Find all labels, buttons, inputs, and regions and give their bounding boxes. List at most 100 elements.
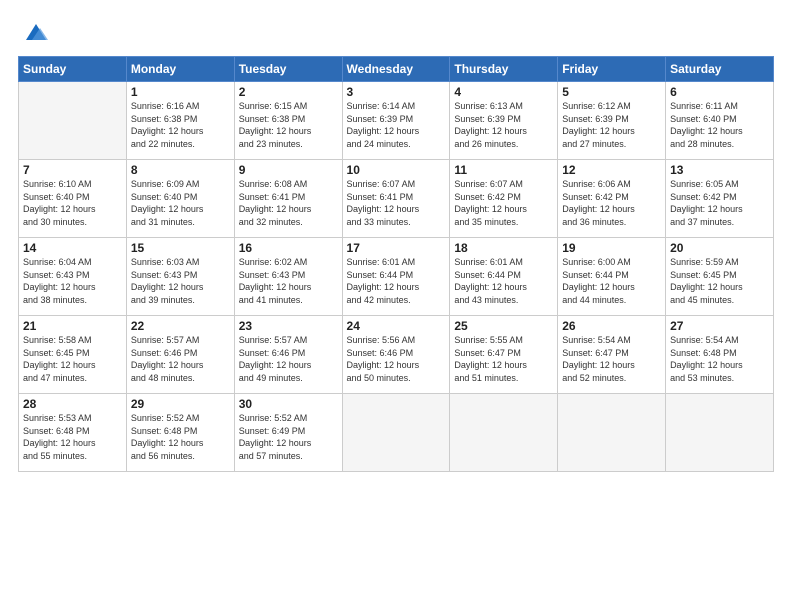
day-number: 27 [670,319,769,333]
calendar-day-cell: 1Sunrise: 6:16 AM Sunset: 6:38 PM Daylig… [126,82,234,160]
day-info: Sunrise: 5:52 AM Sunset: 6:49 PM Dayligh… [239,412,338,462]
calendar-day-cell: 27Sunrise: 5:54 AM Sunset: 6:48 PM Dayli… [666,316,774,394]
calendar-week-row: 1Sunrise: 6:16 AM Sunset: 6:38 PM Daylig… [19,82,774,160]
day-of-week-header: Monday [126,57,234,82]
calendar-day-cell [558,394,666,472]
day-number: 29 [131,397,230,411]
day-info: Sunrise: 6:12 AM Sunset: 6:39 PM Dayligh… [562,100,661,150]
calendar-day-cell: 4Sunrise: 6:13 AM Sunset: 6:39 PM Daylig… [450,82,558,160]
calendar-day-cell: 29Sunrise: 5:52 AM Sunset: 6:48 PM Dayli… [126,394,234,472]
calendar-day-cell: 19Sunrise: 6:00 AM Sunset: 6:44 PM Dayli… [558,238,666,316]
day-number: 14 [23,241,122,255]
calendar-day-cell: 10Sunrise: 6:07 AM Sunset: 6:41 PM Dayli… [342,160,450,238]
calendar-week-row: 14Sunrise: 6:04 AM Sunset: 6:43 PM Dayli… [19,238,774,316]
calendar-day-cell: 2Sunrise: 6:15 AM Sunset: 6:38 PM Daylig… [234,82,342,160]
day-info: Sunrise: 6:14 AM Sunset: 6:39 PM Dayligh… [347,100,446,150]
calendar-day-cell: 7Sunrise: 6:10 AM Sunset: 6:40 PM Daylig… [19,160,127,238]
day-number: 23 [239,319,338,333]
day-number: 24 [347,319,446,333]
day-info: Sunrise: 6:10 AM Sunset: 6:40 PM Dayligh… [23,178,122,228]
day-info: Sunrise: 6:05 AM Sunset: 6:42 PM Dayligh… [670,178,769,228]
day-info: Sunrise: 6:07 AM Sunset: 6:42 PM Dayligh… [454,178,553,228]
calendar-day-cell: 5Sunrise: 6:12 AM Sunset: 6:39 PM Daylig… [558,82,666,160]
day-info: Sunrise: 5:54 AM Sunset: 6:48 PM Dayligh… [670,334,769,384]
calendar-header-row: SundayMondayTuesdayWednesdayThursdayFrid… [19,57,774,82]
day-info: Sunrise: 6:02 AM Sunset: 6:43 PM Dayligh… [239,256,338,306]
day-info: Sunrise: 6:16 AM Sunset: 6:38 PM Dayligh… [131,100,230,150]
calendar-day-cell: 17Sunrise: 6:01 AM Sunset: 6:44 PM Dayli… [342,238,450,316]
day-info: Sunrise: 6:03 AM Sunset: 6:43 PM Dayligh… [131,256,230,306]
day-info: Sunrise: 5:58 AM Sunset: 6:45 PM Dayligh… [23,334,122,384]
calendar-day-cell [342,394,450,472]
day-of-week-header: Friday [558,57,666,82]
day-info: Sunrise: 5:56 AM Sunset: 6:46 PM Dayligh… [347,334,446,384]
calendar-day-cell: 8Sunrise: 6:09 AM Sunset: 6:40 PM Daylig… [126,160,234,238]
day-number: 6 [670,85,769,99]
day-info: Sunrise: 6:01 AM Sunset: 6:44 PM Dayligh… [454,256,553,306]
day-info: Sunrise: 6:11 AM Sunset: 6:40 PM Dayligh… [670,100,769,150]
day-number: 10 [347,163,446,177]
day-number: 15 [131,241,230,255]
day-number: 5 [562,85,661,99]
day-number: 7 [23,163,122,177]
day-number: 2 [239,85,338,99]
day-number: 22 [131,319,230,333]
day-info: Sunrise: 5:57 AM Sunset: 6:46 PM Dayligh… [239,334,338,384]
calendar-day-cell: 9Sunrise: 6:08 AM Sunset: 6:41 PM Daylig… [234,160,342,238]
calendar-day-cell: 18Sunrise: 6:01 AM Sunset: 6:44 PM Dayli… [450,238,558,316]
calendar-day-cell: 16Sunrise: 6:02 AM Sunset: 6:43 PM Dayli… [234,238,342,316]
calendar-day-cell: 22Sunrise: 5:57 AM Sunset: 6:46 PM Dayli… [126,316,234,394]
calendar-day-cell [666,394,774,472]
calendar-day-cell: 14Sunrise: 6:04 AM Sunset: 6:43 PM Dayli… [19,238,127,316]
day-number: 8 [131,163,230,177]
calendar-day-cell: 30Sunrise: 5:52 AM Sunset: 6:49 PM Dayli… [234,394,342,472]
page-header [18,18,774,46]
day-number: 11 [454,163,553,177]
calendar-day-cell: 26Sunrise: 5:54 AM Sunset: 6:47 PM Dayli… [558,316,666,394]
day-info: Sunrise: 6:09 AM Sunset: 6:40 PM Dayligh… [131,178,230,228]
day-number: 19 [562,241,661,255]
day-number: 30 [239,397,338,411]
day-number: 20 [670,241,769,255]
calendar-day-cell: 6Sunrise: 6:11 AM Sunset: 6:40 PM Daylig… [666,82,774,160]
calendar-day-cell: 28Sunrise: 5:53 AM Sunset: 6:48 PM Dayli… [19,394,127,472]
calendar-week-row: 28Sunrise: 5:53 AM Sunset: 6:48 PM Dayli… [19,394,774,472]
day-info: Sunrise: 6:01 AM Sunset: 6:44 PM Dayligh… [347,256,446,306]
day-number: 16 [239,241,338,255]
day-info: Sunrise: 5:57 AM Sunset: 6:46 PM Dayligh… [131,334,230,384]
calendar-day-cell [450,394,558,472]
calendar-day-cell: 25Sunrise: 5:55 AM Sunset: 6:47 PM Dayli… [450,316,558,394]
calendar-day-cell: 23Sunrise: 5:57 AM Sunset: 6:46 PM Dayli… [234,316,342,394]
calendar-day-cell: 24Sunrise: 5:56 AM Sunset: 6:46 PM Dayli… [342,316,450,394]
day-of-week-header: Sunday [19,57,127,82]
day-number: 4 [454,85,553,99]
day-number: 21 [23,319,122,333]
calendar-table: SundayMondayTuesdayWednesdayThursdayFrid… [18,56,774,472]
day-info: Sunrise: 6:15 AM Sunset: 6:38 PM Dayligh… [239,100,338,150]
day-number: 28 [23,397,122,411]
day-info: Sunrise: 6:07 AM Sunset: 6:41 PM Dayligh… [347,178,446,228]
calendar-day-cell: 21Sunrise: 5:58 AM Sunset: 6:45 PM Dayli… [19,316,127,394]
calendar-day-cell: 12Sunrise: 6:06 AM Sunset: 6:42 PM Dayli… [558,160,666,238]
day-info: Sunrise: 6:04 AM Sunset: 6:43 PM Dayligh… [23,256,122,306]
logo [18,18,50,46]
calendar-day-cell: 20Sunrise: 5:59 AM Sunset: 6:45 PM Dayli… [666,238,774,316]
day-number: 17 [347,241,446,255]
day-info: Sunrise: 6:13 AM Sunset: 6:39 PM Dayligh… [454,100,553,150]
calendar-day-cell [19,82,127,160]
day-number: 1 [131,85,230,99]
calendar-day-cell: 3Sunrise: 6:14 AM Sunset: 6:39 PM Daylig… [342,82,450,160]
day-info: Sunrise: 5:59 AM Sunset: 6:45 PM Dayligh… [670,256,769,306]
day-info: Sunrise: 6:06 AM Sunset: 6:42 PM Dayligh… [562,178,661,228]
logo-icon [22,18,50,46]
day-number: 3 [347,85,446,99]
day-number: 9 [239,163,338,177]
day-of-week-header: Tuesday [234,57,342,82]
day-info: Sunrise: 5:53 AM Sunset: 6:48 PM Dayligh… [23,412,122,462]
day-info: Sunrise: 5:52 AM Sunset: 6:48 PM Dayligh… [131,412,230,462]
day-number: 13 [670,163,769,177]
day-number: 18 [454,241,553,255]
calendar-week-row: 21Sunrise: 5:58 AM Sunset: 6:45 PM Dayli… [19,316,774,394]
day-number: 26 [562,319,661,333]
day-number: 25 [454,319,553,333]
